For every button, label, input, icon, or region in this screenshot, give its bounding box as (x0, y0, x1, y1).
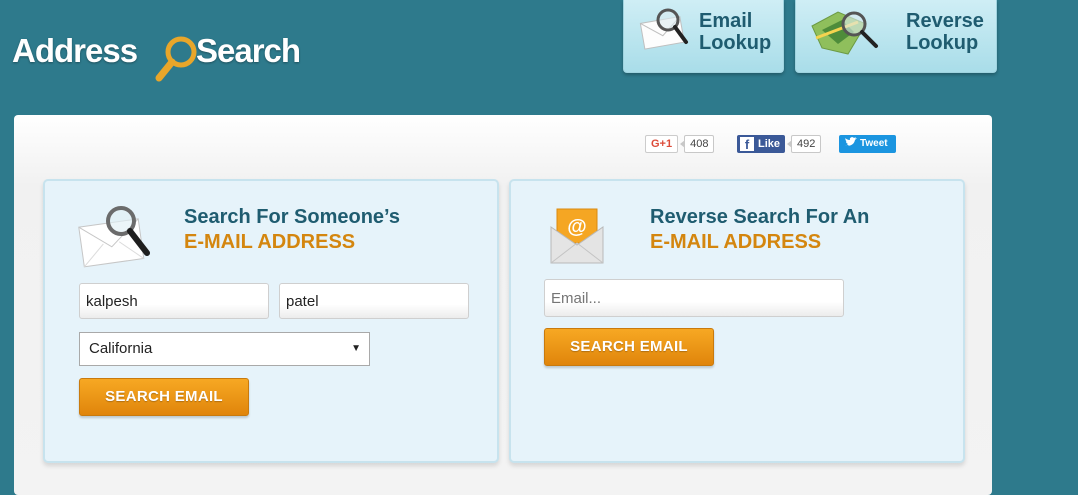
svg-text:@: @ (567, 216, 587, 238)
first-name-input[interactable] (79, 283, 269, 319)
chevron-down-icon: ▼ (351, 343, 361, 354)
last-name-input[interactable] (279, 283, 469, 319)
logo-text-search: Search (196, 32, 301, 69)
site-logo[interactable]: Address Search (12, 28, 322, 88)
facebook-like-label: Like (758, 138, 781, 150)
gplus-share[interactable]: G+1 408 (645, 135, 715, 155)
search-email-button[interactable]: SEARCH EMAIL (79, 378, 249, 416)
envelope-magnifier-icon (78, 206, 150, 268)
tweet-button[interactable]: Tweet (839, 135, 896, 153)
state-select-value: California (89, 340, 153, 357)
nav-email-lookup[interactable]: Email Lookup (623, 0, 784, 73)
state-select[interactable]: California ▼ (79, 332, 370, 366)
left-heading-line2: E-MAIL ADDRESS (184, 231, 356, 253)
tweet-label: Tweet (860, 138, 888, 149)
reverse-search-email-button[interactable]: SEARCH EMAIL (544, 328, 714, 366)
logo-text-address: Address (12, 32, 138, 69)
facebook-like[interactable]: f Like 492 (737, 135, 822, 155)
right-heading-line1: Reverse Search For An (650, 206, 870, 228)
envelope-at-icon: @ (550, 208, 604, 264)
reverse-search-card: @ Reverse Search For An E-MAIL ADDRESS (509, 179, 965, 463)
left-heading-line1: Search For Someone’s (184, 206, 400, 228)
tweet-share[interactable]: Tweet (839, 135, 896, 155)
email-input[interactable] (544, 279, 844, 317)
facebook-like-button[interactable]: f Like (737, 135, 786, 153)
facebook-icon: f (740, 137, 754, 152)
nav-email-lookup-label: Email Lookup (699, 10, 772, 54)
gplus-count: 408 (680, 135, 715, 153)
nav-reverse-lookup[interactable]: Reverse Lookup (795, 0, 997, 73)
email-search-card: Search For Someone’s E-MAIL ADDRESS (43, 179, 499, 463)
right-heading-line2: E-MAIL ADDRESS (650, 231, 822, 253)
gplus-button[interactable]: G+1 (645, 135, 679, 153)
map-magnifier-icon (811, 11, 878, 55)
twitter-bird-icon (845, 137, 857, 146)
facebook-like-count: 492 (786, 135, 822, 153)
nav-reverse-lookup-label: Reverse Lookup (906, 10, 984, 54)
envelope-magnifier-icon (639, 8, 688, 50)
